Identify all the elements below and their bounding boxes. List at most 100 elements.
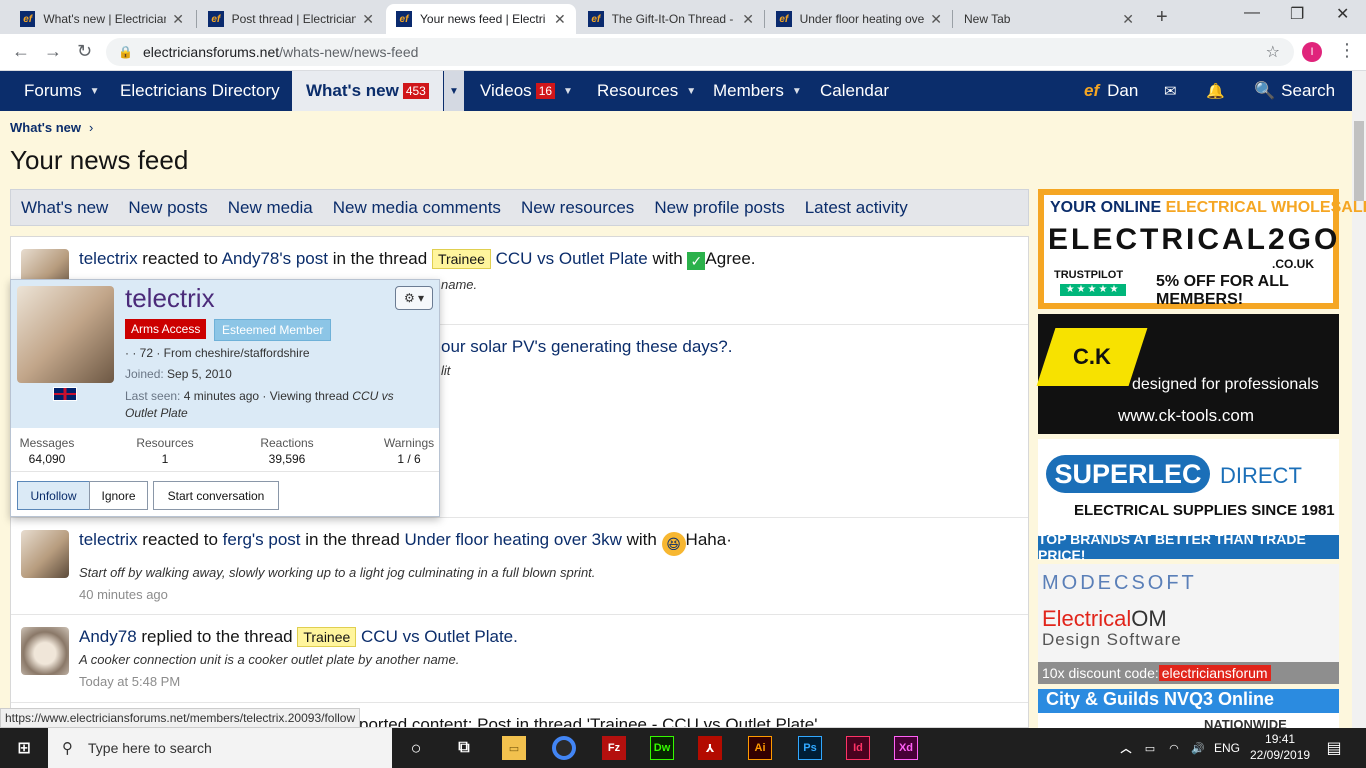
filezilla-icon[interactable]: Fz xyxy=(602,736,626,760)
nav-members[interactable]: Members ▼ xyxy=(713,71,802,111)
chevron-down-icon[interactable]: ▼ xyxy=(563,86,573,97)
minimize-icon[interactable]: — xyxy=(1244,4,1260,22)
feed-thread-link[interactable]: CCU vs Outlet Plate xyxy=(496,249,648,268)
feed-post-link[interactable]: Andy78's post xyxy=(222,249,328,268)
dreamweaver-icon[interactable]: Dw xyxy=(650,736,674,760)
chevron-down-icon[interactable]: ▼ xyxy=(792,86,802,97)
user-menu[interactable]: ef Dan xyxy=(1084,71,1138,111)
feed-timestamp[interactable]: Today at 5:48 PM xyxy=(79,674,180,689)
avatar[interactable] xyxy=(17,286,114,383)
ad-electrical2go[interactable]: YOUR ONLINE ELECTRICAL WHOLESALER ELECTR… xyxy=(1038,189,1366,309)
close-tab-icon[interactable]: ✕ xyxy=(172,11,184,28)
nav-search[interactable]: 🔍 Search xyxy=(1254,71,1335,111)
bell-icon[interactable]: 🔔 xyxy=(1206,71,1225,111)
battery-icon[interactable]: ▭ xyxy=(1138,736,1162,760)
feed-user-link[interactable]: Andy78 xyxy=(79,627,137,646)
nav-forums[interactable]: Forums ▼ xyxy=(24,71,100,111)
start-conversation-button[interactable]: Start conversation xyxy=(153,481,279,510)
browser-menu-icon[interactable]: ⋮ xyxy=(1338,40,1356,61)
feed-thread-link[interactable]: Under floor heating over 3kw xyxy=(405,530,622,549)
close-tab-icon[interactable]: ✕ xyxy=(554,11,566,28)
feed-user-link[interactable]: telectrix xyxy=(79,249,138,268)
scrollbar-thumb[interactable] xyxy=(1354,121,1364,201)
tab-new-media-comments[interactable]: New media comments xyxy=(333,198,501,218)
reload-icon[interactable]: ↻ xyxy=(77,41,92,62)
ad-city-guilds[interactable]: City & Guilds NVQ3 Online Course NATIONW… xyxy=(1038,689,1339,732)
browser-tab[interactable]: ef The Gift-It-On Thread - ✕ xyxy=(578,4,764,34)
nav-resources[interactable]: Resources ▼ xyxy=(597,71,696,111)
lock-icon[interactable]: 🔒 xyxy=(118,45,133,59)
language-indicator[interactable]: ENG xyxy=(1212,736,1242,760)
browser-tab[interactable]: ef What's new | Electrician ✕ xyxy=(10,4,194,34)
nav-directory[interactable]: Electricians Directory xyxy=(120,71,280,111)
browser-tab[interactable]: ef Post thread | Electrician ✕ xyxy=(198,4,384,34)
close-tab-icon[interactable]: ✕ xyxy=(362,11,374,28)
ignore-button[interactable]: Ignore xyxy=(89,481,148,510)
gear-icon[interactable]: ⚙ ▾ xyxy=(395,286,433,310)
breadcrumb-link[interactable]: What's new xyxy=(10,120,81,135)
close-tab-icon[interactable]: ✕ xyxy=(1122,11,1134,28)
bookmark-star-icon[interactable]: ☆ xyxy=(1266,42,1280,62)
indesign-icon[interactable]: Id xyxy=(846,736,870,760)
feed-post-link[interactable]: ferg's post xyxy=(223,530,301,549)
page-scrollbar[interactable] xyxy=(1352,71,1366,728)
nav-videos[interactable]: Videos 16 ▼ xyxy=(480,71,573,111)
stat-messages[interactable]: Messages 64,090 xyxy=(17,436,77,466)
volume-icon[interactable]: 🔊 xyxy=(1186,736,1210,760)
chevron-up-icon[interactable]: ︿ xyxy=(1114,736,1138,760)
feed-thread-link[interactable]: our solar PV's generating these days?. xyxy=(441,337,732,357)
whats-new-chevron-icon[interactable]: ▼ xyxy=(444,71,464,111)
feed-item-title[interactable]: ported content: Post in thread 'Trainee … xyxy=(359,715,817,727)
viewing-thread-link[interactable]: Outlet Plate xyxy=(125,406,188,420)
chrome-icon[interactable] xyxy=(552,736,576,760)
file-explorer-icon[interactable]: ▭ xyxy=(502,736,526,760)
tab-new-profile-posts[interactable]: New profile posts xyxy=(654,198,784,218)
restore-icon[interactable]: ❐ xyxy=(1290,4,1304,24)
address-bar[interactable]: 🔒 electriciansforums.net/whats-new/news-… xyxy=(106,38,1294,66)
stat-warnings[interactable]: Warnings 1 / 6 xyxy=(381,436,437,466)
windows-start-icon[interactable]: ⊞ xyxy=(12,736,36,760)
inbox-icon[interactable]: ✉ xyxy=(1164,71,1177,111)
forward-icon[interactable]: → xyxy=(44,41,62,62)
browser-tab-active[interactable]: ef Your news feed | Electri ✕ xyxy=(386,4,576,34)
chevron-down-icon[interactable]: ▼ xyxy=(90,86,100,97)
close-tab-icon[interactable]: ✕ xyxy=(742,11,754,28)
new-tab-icon[interactable]: + xyxy=(1156,6,1168,29)
taskbar-search[interactable]: ⚲ Type here to search xyxy=(48,728,392,768)
unfollow-button[interactable]: Unfollow xyxy=(17,481,90,510)
tab-new-posts[interactable]: New posts xyxy=(128,198,207,218)
cortana-icon[interactable]: ○ xyxy=(404,736,428,760)
nav-whats-new[interactable]: What's new 453 xyxy=(292,71,443,111)
browser-tab[interactable]: ef Under floor heating ove ✕ xyxy=(766,4,952,34)
back-icon[interactable]: ← xyxy=(12,41,30,62)
close-tab-icon[interactable]: ✕ xyxy=(930,11,942,28)
feed-user-link[interactable]: telectrix xyxy=(79,530,138,549)
tab-whats-new[interactable]: What's new xyxy=(21,198,108,218)
stat-resources[interactable]: Resources 1 xyxy=(135,436,195,466)
acrobat-icon[interactable]: ⅄ xyxy=(698,736,722,760)
avatar[interactable] xyxy=(21,530,69,578)
xd-icon[interactable]: Xd xyxy=(894,736,918,760)
feed-timestamp[interactable]: 40 minutes ago xyxy=(79,587,168,602)
avatar[interactable] xyxy=(21,627,69,675)
breadcrumb[interactable]: What's new › xyxy=(10,120,93,135)
wifi-icon[interactable]: ◠ xyxy=(1162,736,1186,760)
nav-calendar[interactable]: Calendar xyxy=(820,71,889,111)
member-name[interactable]: telectrix xyxy=(125,283,215,314)
illustrator-icon[interactable]: Ai xyxy=(748,736,772,760)
tab-latest-activity[interactable]: Latest activity xyxy=(805,198,908,218)
profile-avatar[interactable]: I xyxy=(1302,42,1322,62)
taskbar-clock[interactable]: 19:41 22/09/2019 xyxy=(1250,731,1310,763)
tab-new-resources[interactable]: New resources xyxy=(521,198,634,218)
tab-new-media[interactable]: New media xyxy=(228,198,313,218)
ad-modecsoft[interactable]: MODECSOFT ElectricalOM Design Software 1… xyxy=(1038,564,1339,684)
browser-tab[interactable]: New Tab ✕ xyxy=(954,4,1144,34)
ad-superlec[interactable]: SUPERLEC DIRECT ELECTRICAL SUPPLIES SINC… xyxy=(1038,439,1339,563)
photoshop-icon[interactable]: Ps xyxy=(798,736,822,760)
feed-thread-link[interactable]: CCU vs Outlet Plate. xyxy=(361,627,518,646)
close-window-icon[interactable]: ✕ xyxy=(1336,4,1349,24)
ad-ck-tools[interactable]: C.K designed for professionals www.ck-to… xyxy=(1036,314,1339,434)
notifications-icon[interactable]: ▤ xyxy=(1322,736,1346,760)
task-view-icon[interactable]: ⧉ xyxy=(452,736,476,760)
chevron-down-icon[interactable]: ▼ xyxy=(686,86,696,97)
